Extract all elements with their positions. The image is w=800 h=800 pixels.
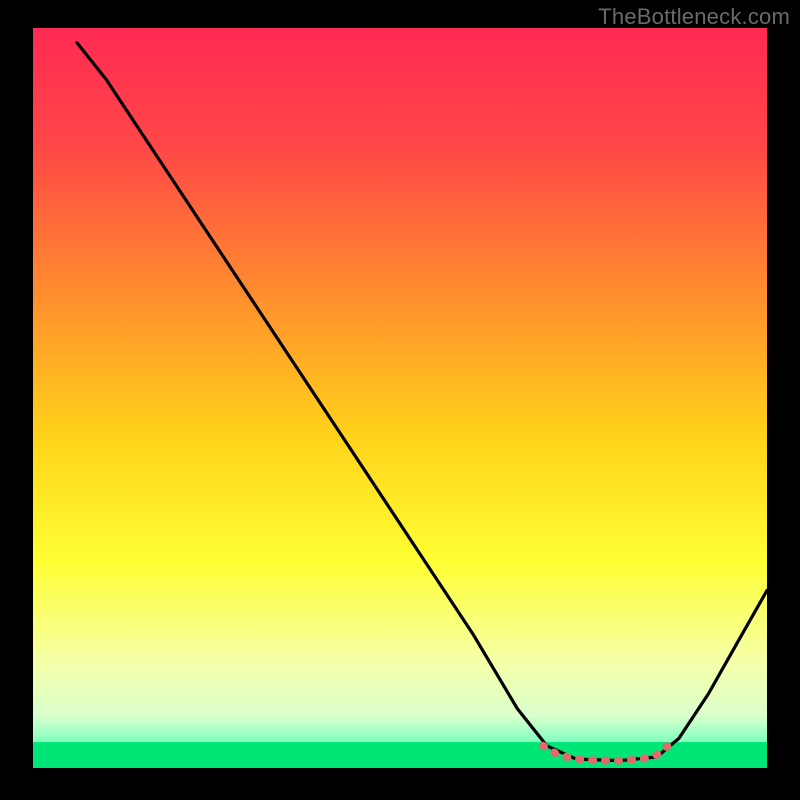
plot-gradient-background [33,28,767,768]
bottleneck-chart [0,0,800,800]
chart-frame: TheBottleneck.com [0,0,800,800]
watermark-text: TheBottleneck.com [598,4,790,30]
